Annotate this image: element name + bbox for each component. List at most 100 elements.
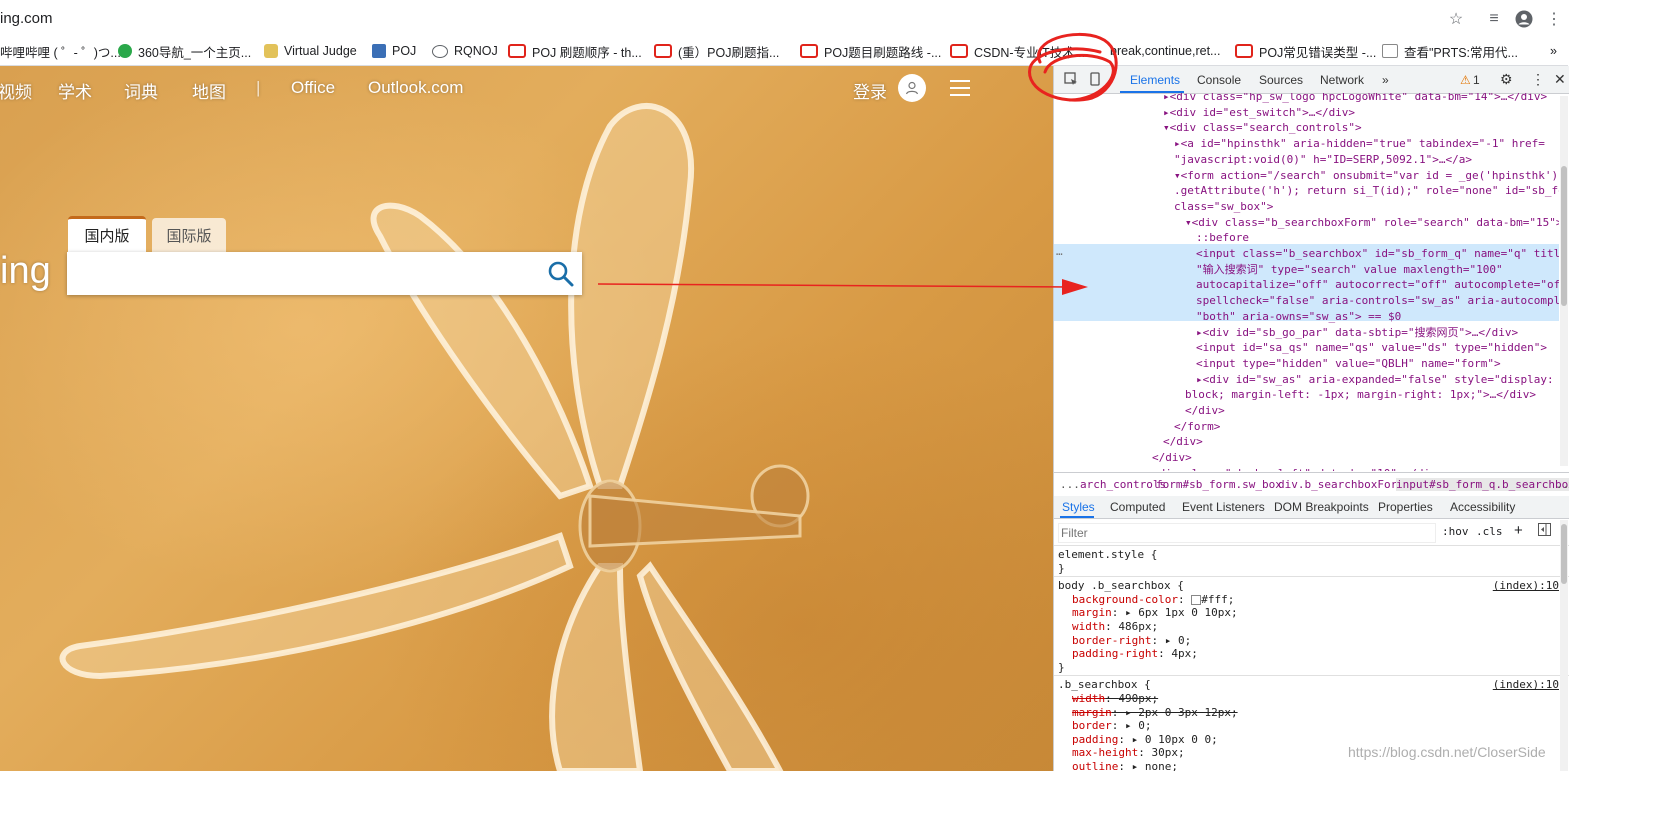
dom-node-line[interactable]: </div> xyxy=(1163,434,1203,450)
css-property[interactable]: width: 490px; xyxy=(1072,692,1158,706)
nav-dictionary[interactable]: 词典 xyxy=(124,78,158,103)
search-input[interactable] xyxy=(67,252,582,295)
bookmark-break-continue[interactable]: break,continue,ret... xyxy=(1110,42,1220,60)
css-property-value[interactable]: 486px; xyxy=(1118,620,1158,633)
css-property-name[interactable]: border-right xyxy=(1072,634,1151,647)
bookmark-rqnoj[interactable]: RQNOJ xyxy=(432,42,498,60)
css-rules-list[interactable]: element.style {} body .b_searchbox {(inde… xyxy=(1054,546,1569,771)
dom-node-line[interactable]: .getAttribute('h'); return si_T(id);" ro… xyxy=(1174,183,1559,199)
dom-node-line[interactable]: spellcheck="false" aria-controls="sw_as"… xyxy=(1196,293,1559,309)
nav-academic[interactable]: 学术 xyxy=(58,78,92,103)
tab-properties[interactable]: Properties xyxy=(1378,500,1433,514)
css-property-name[interactable]: border xyxy=(1072,719,1112,732)
css-source-link[interactable]: (index):10 xyxy=(1493,579,1559,593)
styles-filter-input[interactable] xyxy=(1058,523,1436,543)
css-property-value[interactable]: ▸ 0; xyxy=(1125,719,1152,732)
url-text[interactable]: ing.com xyxy=(0,10,53,27)
tab-console[interactable]: Console xyxy=(1197,73,1241,87)
dom-node-line[interactable]: ▾<form action="/search" onsubmit="var id… xyxy=(1174,168,1558,184)
dom-node-line[interactable]: ▾<div class="b_searchboxForm" role="sear… xyxy=(1185,215,1559,231)
bookmark-poj-order[interactable]: POJ 刷题顺序 - th... xyxy=(508,42,642,60)
dom-node-line[interactable]: </div> xyxy=(1185,403,1225,419)
bookmark-vjudge[interactable]: Virtual Judge xyxy=(264,42,357,60)
css-selector[interactable]: body .b_searchbox { xyxy=(1058,579,1184,593)
tab-accessibility[interactable]: Accessibility xyxy=(1450,500,1515,514)
address-bar[interactable]: ing.com ☆ ≡ ⋮ xyxy=(0,0,1568,38)
dom-node-line[interactable]: ▸<a id="hpinsthk" aria-hidden="true" tab… xyxy=(1174,136,1545,152)
dom-node-line[interactable]: block; margin-left: -1px; margin-right: … xyxy=(1185,387,1536,403)
star-icon[interactable]: ☆ xyxy=(1446,9,1466,29)
css-property-value[interactable]: ▸ 0; xyxy=(1165,634,1192,647)
styles-scrollbar[interactable] xyxy=(1560,520,1568,771)
dom-node-line[interactable]: "javascript:void(0)" h="ID=SERP,5092.1">… xyxy=(1174,152,1472,168)
warning-icon[interactable]: ⚠ xyxy=(1460,73,1471,87)
css-selector[interactable]: element.style { xyxy=(1058,548,1157,562)
dom-node-line[interactable]: "both" aria-owns="sw_as"> == $0 xyxy=(1196,309,1401,325)
css-property-value[interactable]: 490px; xyxy=(1118,692,1158,705)
breadcrumb-more-right[interactable]: ... xyxy=(1556,478,1569,491)
dom-node-line[interactable]: class="sw_box"> xyxy=(1174,199,1273,215)
css-property-value[interactable]: 30px; xyxy=(1151,746,1184,759)
user-avatar-icon[interactable] xyxy=(898,74,926,102)
hov-toggle[interactable]: :hov xyxy=(1442,525,1469,538)
warning-count[interactable]: 1 xyxy=(1473,73,1480,87)
css-property-value[interactable]: #fff; xyxy=(1201,593,1234,606)
css-property-value[interactable]: 4px; xyxy=(1171,647,1198,660)
breadcrumb-searchbox-form[interactable]: div.b_searchboxForm xyxy=(1278,478,1404,491)
dom-node-line[interactable]: ::before xyxy=(1196,230,1249,246)
inspect-element-icon[interactable] xyxy=(1064,72,1078,89)
breadcrumb-form[interactable]: form#sb_form.sw_box xyxy=(1156,478,1282,491)
css-source-link[interactable]: (index):10 xyxy=(1493,678,1559,692)
bookmarks-overflow-icon[interactable]: » xyxy=(1550,42,1557,60)
tab-computed[interactable]: Computed xyxy=(1110,500,1165,514)
bookmark-csdn[interactable]: CSDN-专业IT技术... xyxy=(950,42,1085,60)
breadcrumb-more-left[interactable]: ... xyxy=(1060,478,1080,491)
dom-node-line[interactable]: <input type="hidden" value="QBLH" name="… xyxy=(1196,356,1501,372)
close-icon[interactable]: ✕ xyxy=(1554,71,1566,88)
css-property[interactable]: outline: ▸ none; xyxy=(1072,760,1178,771)
css-property-name[interactable]: background-color xyxy=(1072,593,1178,606)
css-property[interactable]: width: 486px; xyxy=(1072,620,1158,634)
dom-node-line[interactable]: </div> xyxy=(1152,450,1192,466)
css-property[interactable]: background-color: #fff; xyxy=(1072,593,1234,607)
bookmark-poj-errors[interactable]: POJ常见错误类型 -... xyxy=(1235,42,1376,60)
tab-elements[interactable]: Elements xyxy=(1130,73,1180,87)
css-property-name[interactable]: width xyxy=(1072,620,1105,633)
toggle-sidebar-icon[interactable] xyxy=(1538,523,1551,539)
menu-icon[interactable] xyxy=(950,80,970,96)
dom-node-line[interactable]: <input id="sa_qs" name="qs" value="ds" t… xyxy=(1196,340,1547,356)
css-property-name[interactable]: padding xyxy=(1072,733,1118,746)
dom-node-line[interactable]: ▸<div class="hp_sw_logo hpcLogoWhite" da… xyxy=(1163,93,1547,105)
color-swatch-icon[interactable] xyxy=(1191,594,1202,605)
new-rule-icon[interactable]: + xyxy=(1514,522,1523,539)
css-property[interactable]: padding: ▸ 0 10px 0 0; xyxy=(1072,733,1218,747)
css-property[interactable]: border: ▸ 0; xyxy=(1072,719,1152,733)
elements-scrollbar[interactable] xyxy=(1560,96,1568,466)
profile-icon[interactable] xyxy=(1514,9,1534,29)
bookmark-bilibili[interactable]: 哔哩哔哩 ( ゜- ゜)つ... xyxy=(0,42,121,60)
breadcrumb-input[interactable]: input#sb_form_q.b_searchbox xyxy=(1396,478,1569,491)
css-property-name[interactable]: outline xyxy=(1072,760,1118,771)
tab-event-listeners[interactable]: Event Listeners xyxy=(1182,500,1265,514)
tab-styles[interactable]: Styles xyxy=(1062,500,1095,514)
login-link[interactable]: 登录 xyxy=(853,78,887,103)
tab-domestic[interactable]: 国内版 xyxy=(68,216,146,252)
dom-node-line[interactable]: ▾<div class="search_controls"> xyxy=(1163,120,1362,136)
css-property-name[interactable]: padding-right xyxy=(1072,647,1158,660)
settings-icon[interactable]: ⚙ xyxy=(1500,71,1513,88)
search-icon[interactable] xyxy=(547,260,575,288)
dom-node-line[interactable]: ▸<div id="est_switch">…</div> xyxy=(1163,105,1355,121)
elements-tree[interactable]: … ▸<div class="hp_sw_logo hpcLogoWhite" … xyxy=(1054,93,1559,471)
tab-dom-breakpoints[interactable]: DOM Breakpoints xyxy=(1274,500,1369,514)
tab-sources[interactable]: Sources xyxy=(1259,73,1303,87)
nav-office[interactable]: Office xyxy=(291,78,335,98)
dom-node-line[interactable]: <input class="b_searchbox" id="sb_form_q… xyxy=(1196,246,1559,262)
nav-maps[interactable]: 地图 xyxy=(192,78,226,103)
more-vert-icon[interactable]: ⋮ xyxy=(1544,9,1564,29)
css-property[interactable]: max-height: 30px; xyxy=(1072,746,1185,760)
css-property[interactable]: margin: ▸ 6px 1px 0 10px; xyxy=(1072,606,1238,620)
reading-list-icon[interactable]: ≡ xyxy=(1484,9,1504,29)
css-property-value[interactable]: ▸ none; xyxy=(1132,760,1178,771)
css-property[interactable]: padding-right: 4px; xyxy=(1072,647,1198,661)
device-toolbar-icon[interactable] xyxy=(1088,72,1102,89)
